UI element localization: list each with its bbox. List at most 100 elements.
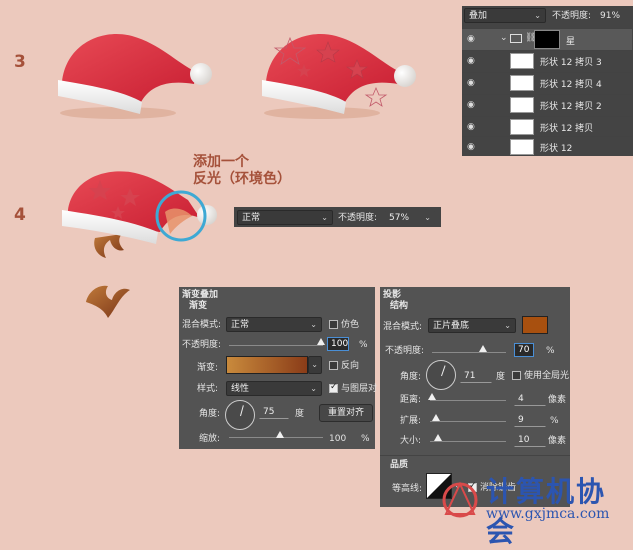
go-opacity-slider[interactable] xyxy=(229,345,323,346)
group-name: 星 xyxy=(566,37,576,47)
eye-icon[interactable]: ◉ xyxy=(467,78,475,88)
quality-section-title: 品质 xyxy=(390,460,409,470)
eye-icon[interactable]: ◉ xyxy=(467,142,475,152)
eye-icon[interactable]: ◉ xyxy=(467,122,475,132)
ds-size-slider[interactable] xyxy=(430,441,506,442)
ds-spread-slider[interactable] xyxy=(430,421,506,422)
align-with-layer-label: 与图层对 xyxy=(341,384,378,394)
go-scale-unit: % xyxy=(361,434,370,444)
go-style-select[interactable]: 线性 ⌄ xyxy=(226,381,322,396)
go-opacity-slider-thumb[interactable] xyxy=(317,338,325,345)
ds-angle-input[interactable]: 71 xyxy=(460,369,492,383)
go-blend-value: 正常 xyxy=(231,320,250,330)
contour-label: 等高线: xyxy=(392,484,423,494)
mini-opacity-label: 不透明度: xyxy=(338,213,378,223)
layer-row[interactable]: ◉ 形状 12 拷贝 3 xyxy=(462,50,632,72)
ds-spread-input[interactable]: 9 xyxy=(514,413,546,427)
chevron-down-icon: ⌄ xyxy=(424,213,431,222)
angle-dial-hand xyxy=(240,405,244,417)
hat-2-with-stars xyxy=(262,33,416,119)
hat-1 xyxy=(58,33,212,119)
ds-size-unit: 像素 xyxy=(548,436,567,446)
chevron-down-icon: ⌄ xyxy=(321,213,328,222)
layer-row[interactable]: ◉ 形状 12 xyxy=(462,136,632,158)
layer-opacity-value[interactable]: 91% xyxy=(600,10,620,22)
ds-opacity-input[interactable]: 70 xyxy=(514,343,534,357)
go-opacity-input[interactable]: 100 xyxy=(327,337,349,351)
ds-blend-value: 正片叠底 xyxy=(433,321,470,331)
watermark-url: www.gxjmca.com xyxy=(486,506,610,522)
layer-row[interactable]: ◉ 形状 12 拷贝 2 xyxy=(462,94,632,116)
annotation-line-2: 反光（环境色） xyxy=(193,171,291,187)
mini-blend-bar: 正常 ⌄ 不透明度: 57% ⌄ xyxy=(234,207,441,227)
section-divider xyxy=(380,455,570,456)
dither-label: 仿色 xyxy=(341,320,360,330)
layer-name: 形状 12 拷贝 3 xyxy=(540,58,602,68)
gradient-section-title: 渐变 xyxy=(189,301,208,311)
mask-thumbnail xyxy=(534,30,560,49)
ds-opacity-slider[interactable] xyxy=(432,352,506,353)
layer-row[interactable]: ◉ 形状 12 拷贝 4 xyxy=(462,72,632,94)
mini-blend-mode-select[interactable]: 正常 ⌄ xyxy=(237,210,333,225)
ds-distance-slider[interactable] xyxy=(430,400,506,401)
mini-opacity-select[interactable]: 57% ⌄ xyxy=(384,210,436,225)
layer-thumbnail xyxy=(510,139,534,155)
folder-icon xyxy=(510,34,522,43)
layer-row[interactable]: ◉ 形状 12 拷贝 xyxy=(462,116,632,138)
reverse-label: 反向 xyxy=(341,361,360,371)
chevron-down-icon: ⌄ xyxy=(310,320,317,329)
annotation-line-1: 添加一个 xyxy=(193,154,249,170)
eye-icon[interactable]: ◉ xyxy=(467,100,475,110)
layers-panel: 叠加 ⌄ 不透明度: 91% ◉ ⌄ ⛓ 星 ◉ 形状 12 拷贝 3 ◉ 形状 … xyxy=(462,6,633,156)
mini-blend-mode-value: 正常 xyxy=(242,213,261,223)
layer-blend-mode-select[interactable]: 叠加 ⌄ xyxy=(464,8,546,23)
layer-thumbnail xyxy=(510,97,534,113)
layer-name: 形状 12 拷贝 xyxy=(540,124,594,134)
hair-piece xyxy=(86,285,130,318)
reverse-checkbox[interactable] xyxy=(329,361,338,370)
dither-checkbox[interactable] xyxy=(329,320,338,329)
ds-size-slider-thumb[interactable] xyxy=(434,434,442,441)
ds-blend-label: 混合模式: xyxy=(383,322,423,332)
ds-spread-label: 扩展: xyxy=(400,416,422,426)
ds-spread-unit: % xyxy=(550,416,559,426)
gradient-swatch[interactable] xyxy=(226,356,308,374)
ds-blend-select[interactable]: 正片叠底 ⌄ xyxy=(428,318,516,333)
go-angle-dial[interactable] xyxy=(225,400,255,430)
gradient-picker-dropdown[interactable]: ⌄ xyxy=(308,356,322,374)
go-opacity-label: 不透明度: xyxy=(182,340,222,350)
reset-alignment-button[interactable]: 重置对齐 xyxy=(319,404,373,422)
eye-icon[interactable]: ◉ xyxy=(467,34,475,44)
ds-size-input[interactable]: 10 xyxy=(514,433,546,447)
ds-angle-dial[interactable] xyxy=(426,360,456,390)
go-opacity-unit: % xyxy=(359,340,368,350)
go-angle-input[interactable]: 75 xyxy=(259,405,289,419)
layer-group-row[interactable]: ◉ ⌄ ⛓ 星 xyxy=(462,28,632,50)
chevron-down-icon[interactable]: ⌄ xyxy=(500,33,508,43)
layer-thumbnail xyxy=(510,53,534,69)
layer-name: 形状 12 xyxy=(540,144,573,154)
go-scale-label: 缩放: xyxy=(199,434,221,444)
ds-distance-slider-thumb[interactable] xyxy=(428,393,436,400)
chevron-down-icon: ⌄ xyxy=(534,11,541,20)
go-blend-select[interactable]: 正常 ⌄ xyxy=(226,317,322,332)
ds-angle-unit: 度 xyxy=(496,372,506,382)
shadow-color-swatch[interactable] xyxy=(522,316,548,334)
ds-spread-slider-thumb[interactable] xyxy=(432,414,440,421)
ds-distance-label: 距离: xyxy=(400,395,422,405)
layer-blend-mode-value: 叠加 xyxy=(469,11,488,21)
ds-opacity-slider-thumb[interactable] xyxy=(479,345,487,352)
go-scale-value[interactable]: 100 xyxy=(329,433,346,445)
go-angle-label: 角度: xyxy=(199,409,221,419)
go-scale-slider-thumb[interactable] xyxy=(276,431,284,438)
gradient-overlay-panel: 渐变叠加 渐变 混合模式: 正常 ⌄ 仿色 不透明度: 100 % 渐变: ⌄ 反… xyxy=(179,287,378,449)
global-light-checkbox[interactable] xyxy=(512,371,521,380)
align-with-layer-checkbox[interactable] xyxy=(329,382,338,393)
ds-distance-input[interactable]: 4 xyxy=(514,392,546,406)
eye-icon[interactable]: ◉ xyxy=(467,56,475,66)
layer-thumbnail xyxy=(510,75,534,91)
structure-section-title: 结构 xyxy=(390,301,409,311)
go-style-value: 线性 xyxy=(231,384,250,394)
chevron-down-icon: ⌄ xyxy=(504,321,511,330)
go-blend-label: 混合模式: xyxy=(182,320,222,330)
